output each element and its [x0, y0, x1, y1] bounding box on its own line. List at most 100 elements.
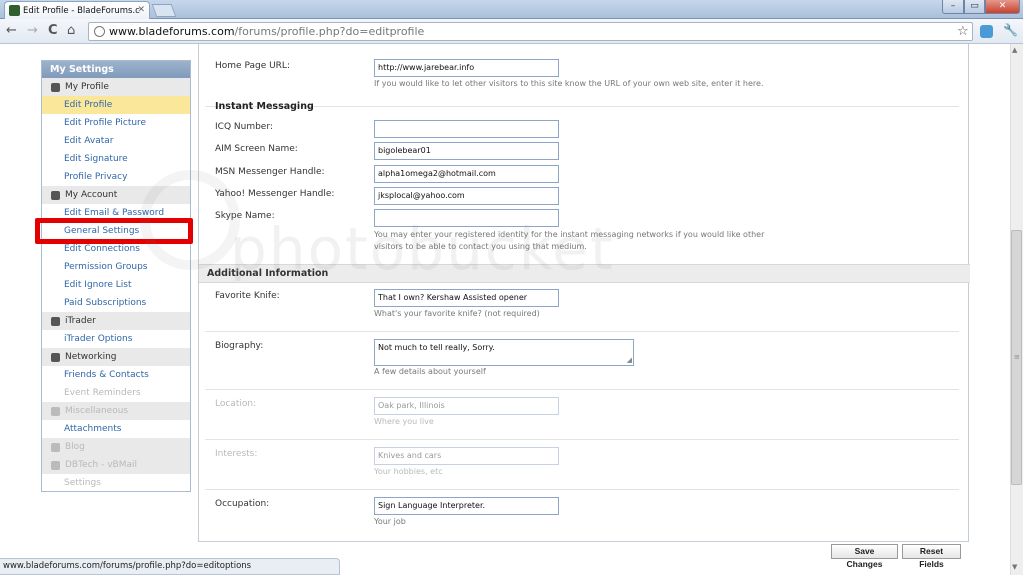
- favicon-icon: [9, 5, 20, 16]
- skype-input[interactable]: [374, 209, 559, 227]
- im-hint-line2: visitors to be able to contact you using…: [374, 242, 587, 251]
- new-tab-button[interactable]: [151, 4, 177, 17]
- home-icon[interactable]: ⌂: [67, 23, 75, 39]
- sidebar-item[interactable]: Edit Profile Picture: [42, 114, 190, 132]
- scroll-up-icon[interactable]: ▲: [1012, 46, 1017, 54]
- sidebar-section: iTrader: [42, 312, 190, 330]
- sidebar-item[interactable]: Settings: [42, 474, 190, 492]
- resize-grip-icon[interactable]: ◢: [627, 356, 632, 364]
- msn-input[interactable]: alpha1omega2@hotmail.com: [374, 165, 559, 183]
- bio-label: Biography:: [215, 341, 264, 351]
- bio-textarea[interactable]: Not much to tell really, Sorry. ◢: [374, 339, 634, 366]
- sidebar-item[interactable]: Profile Privacy: [42, 168, 190, 186]
- reload-icon[interactable]: C: [48, 23, 58, 39]
- im-heading: Instant Messaging: [215, 101, 314, 112]
- url-path: /forums/profile.php?do=editprofile: [234, 25, 425, 38]
- occupation-hint: Your job: [374, 517, 406, 526]
- scroll-down-icon[interactable]: ▼: [1012, 563, 1017, 571]
- sidebar-section: My Account: [42, 186, 190, 204]
- skype-extension-icon[interactable]: [980, 25, 993, 38]
- sidebar-item[interactable]: Friends & Contacts: [42, 366, 190, 384]
- icq-input[interactable]: [374, 120, 559, 138]
- sidebar-item[interactable]: Edit Profile: [42, 96, 190, 114]
- sidebar-item[interactable]: Permission Groups: [42, 258, 190, 276]
- sidebar-section-label: Networking: [65, 352, 117, 362]
- save-changes-button[interactable]: Save Changes: [831, 544, 898, 569]
- close-window-button[interactable]: ✕: [985, 0, 1020, 14]
- yahoo-input[interactable]: jksplocal@yahoo.com: [374, 187, 559, 205]
- blog-icon: [51, 442, 60, 452]
- sidebar-item[interactable]: Edit Ignore List: [42, 276, 190, 294]
- location-label: Location:: [215, 399, 257, 409]
- sidebar-section: Miscellaneous: [42, 402, 190, 420]
- sidebar-item[interactable]: Edit Avatar: [42, 132, 190, 150]
- page-info-icon[interactable]: [94, 26, 105, 37]
- sidebar-section: DBTech - vBMail: [42, 456, 190, 474]
- mail-icon: [51, 460, 60, 470]
- im-hint-line1: You may enter your registered identity f…: [374, 230, 765, 239]
- sidebar-item[interactable]: Event Reminders: [42, 384, 190, 402]
- divider: [205, 331, 959, 332]
- scrollbar-thumb[interactable]: ≡: [1011, 230, 1022, 485]
- settings-sidebar: My Settings My Profile Edit Profile Edit P…: [41, 60, 191, 492]
- aim-label: AIM Screen Name:: [215, 144, 298, 154]
- homepage-input[interactable]: http://www.jarebear.info: [374, 59, 559, 77]
- interests-input[interactable]: Knives and cars: [374, 447, 559, 465]
- icq-label: ICQ Number:: [215, 122, 273, 132]
- reset-fields-button[interactable]: Reset Fields: [902, 544, 961, 569]
- location-input[interactable]: Oak park, Illinois: [374, 397, 559, 415]
- address-bar[interactable]: www.bladeforums.com/forums/profile.php?d…: [88, 22, 973, 41]
- divider: [205, 489, 959, 490]
- sidebar-section: Blog: [42, 438, 190, 456]
- location-hint: Where you live: [374, 417, 434, 426]
- sidebar-section-label: iTrader: [65, 316, 96, 326]
- forward-icon[interactable]: →: [27, 23, 38, 39]
- knife-hint: What's your favorite knife? (not require…: [374, 309, 540, 318]
- lock-icon: [51, 190, 60, 200]
- tab-close-icon[interactable]: ✕: [137, 5, 145, 15]
- tab-title: Edit Profile - BladeForums.c: [23, 5, 140, 16]
- bio-text: Not much to tell really, Sorry.: [378, 343, 495, 352]
- minimize-button[interactable]: –: [942, 0, 964, 14]
- aim-input[interactable]: bigolebear01: [374, 142, 559, 160]
- sidebar-header: My Settings: [42, 61, 190, 78]
- divider: [205, 389, 959, 390]
- user-icon: [51, 82, 60, 92]
- interests-label: Interests:: [215, 449, 258, 459]
- sidebar-section-label: Blog: [65, 442, 85, 452]
- itrader-icon: [51, 316, 60, 326]
- sidebar-section-label: DBTech - vBMail: [65, 460, 138, 470]
- sidebar-section-label: My Profile: [65, 82, 109, 92]
- homepage-label: Home Page URL:: [215, 61, 290, 71]
- knife-input[interactable]: That I own? Kershaw Assisted opener: [374, 289, 559, 307]
- sidebar-section: Networking: [42, 348, 190, 366]
- maximize-button[interactable]: ▭: [964, 0, 985, 14]
- sidebar-item[interactable]: Paid Subscriptions: [42, 294, 190, 312]
- back-icon[interactable]: ←: [6, 23, 17, 39]
- wrench-icon[interactable]: 🔧: [1003, 23, 1018, 37]
- sidebar-list: My Profile Edit Profile Edit Profile Pictu…: [42, 78, 190, 492]
- people-icon: [51, 352, 60, 362]
- sidebar-item[interactable]: iTrader Options: [42, 330, 190, 348]
- occupation-input[interactable]: Sign Language Interpreter.: [374, 497, 559, 515]
- url-host: www.bladeforums.com: [109, 25, 235, 38]
- divider: [205, 106, 959, 107]
- edit-profile-form: Home Page URL: http://www.jarebear.info …: [198, 44, 970, 542]
- divider: [205, 439, 959, 440]
- misc-icon: [51, 406, 60, 416]
- sidebar-item[interactable]: Attachments: [42, 420, 190, 438]
- bio-hint: A few details about yourself: [374, 367, 486, 376]
- additional-info-heading: Additional Information: [199, 264, 970, 283]
- yahoo-label: Yahoo! Messenger Handle:: [215, 189, 335, 199]
- bookmark-star-icon[interactable]: ☆: [957, 24, 969, 39]
- highlight-annotation: [35, 218, 193, 244]
- occupation-label: Occupation:: [215, 499, 270, 509]
- interests-hint: Your hobbies, etc: [374, 467, 443, 476]
- knife-label: Favorite Knife:: [215, 291, 280, 301]
- msn-label: MSN Messenger Handle:: [215, 167, 325, 177]
- browser-tab[interactable]: Edit Profile - BladeForums.c ✕: [4, 1, 150, 19]
- browser-title-bar: Edit Profile - BladeForums.c ✕ – ▭ ✕: [0, 0, 1023, 19]
- status-bar: www.bladeforums.com/forums/profile.php?d…: [0, 558, 340, 575]
- sidebar-section: My Profile: [42, 78, 190, 96]
- sidebar-item[interactable]: Edit Signature: [42, 150, 190, 168]
